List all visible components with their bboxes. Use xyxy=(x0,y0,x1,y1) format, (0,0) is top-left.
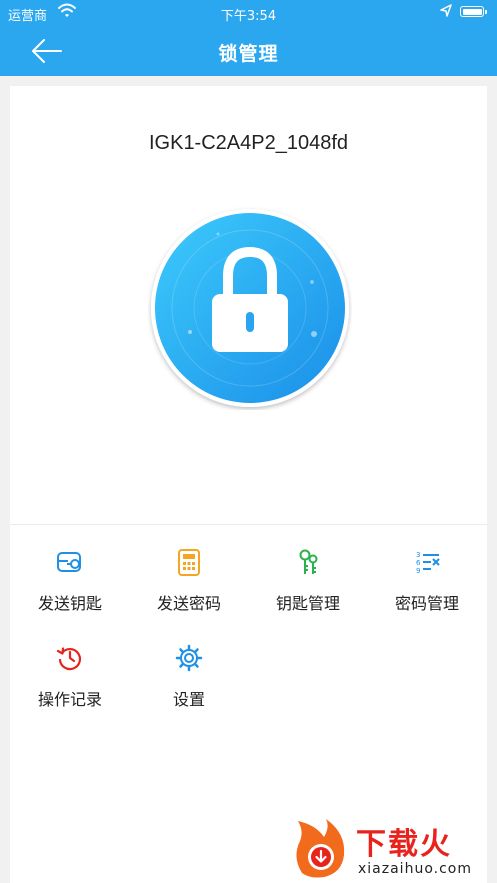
password-management-button[interactable]: 3 6 9 密码管理 xyxy=(367,548,487,628)
svg-text:6: 6 xyxy=(416,559,421,567)
settings-button[interactable]: 设置 xyxy=(129,644,249,724)
location-arrow-icon xyxy=(440,4,452,22)
watermark: 下载火 xiazaihuo.com xyxy=(290,817,495,881)
divider xyxy=(10,524,487,525)
operation-log-button[interactable]: 操作记录 xyxy=(10,644,130,724)
device-name: IGK1-C2A4P2_1048fd xyxy=(148,132,349,154)
svg-text:9: 9 xyxy=(416,567,420,575)
nav-bar: 锁管理 xyxy=(0,26,497,76)
page-title: 锁管理 xyxy=(218,43,279,65)
send-key-button[interactable]: 发送钥匙 xyxy=(10,548,130,628)
svg-text:3: 3 xyxy=(416,551,420,559)
keypad-icon xyxy=(175,548,203,576)
send-key-label: 发送钥匙 xyxy=(37,594,102,613)
battery-icon xyxy=(460,6,487,17)
number-list-icon: 3 6 9 xyxy=(413,548,441,576)
status-time: 下午3:54 xyxy=(220,9,277,24)
flame-logo-icon xyxy=(296,819,345,878)
watermark-brand: 下载火 xyxy=(356,827,452,862)
history-icon xyxy=(56,644,84,672)
gear-icon xyxy=(175,644,203,672)
operation-log-label: 操作记录 xyxy=(37,690,102,709)
status-bar: 运营商 下午3:54 xyxy=(0,0,497,26)
settings-label: 设置 xyxy=(172,690,205,709)
key-management-label: 钥匙管理 xyxy=(275,594,340,613)
padlock-icon xyxy=(151,209,349,407)
key-card-icon xyxy=(56,548,84,576)
password-management-label: 密码管理 xyxy=(394,594,459,613)
watermark-domain: xiazaihuo.com xyxy=(358,861,472,877)
lock-card: IGK1-C2A4P2_1048fd 发送钥匙 发送密码 钥匙管理 3 6 9 … xyxy=(10,86,487,883)
send-password-label: 发送密码 xyxy=(156,594,221,613)
key-management-button[interactable]: 钥匙管理 xyxy=(248,548,368,628)
unlock-button[interactable] xyxy=(148,206,352,410)
keys-icon xyxy=(294,548,322,576)
send-password-button[interactable]: 发送密码 xyxy=(129,548,249,628)
